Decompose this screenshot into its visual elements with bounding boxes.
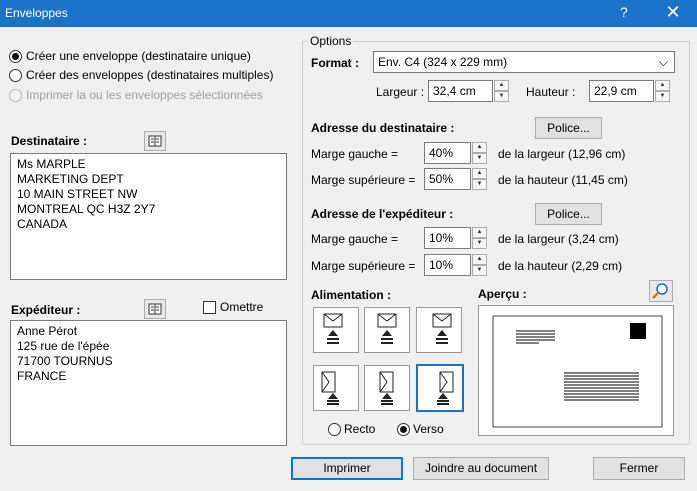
height-label: Hauteur : [526,85,576,99]
sender-left-margin-spinner[interactable]: ▲ ▼ [472,227,487,249]
sender-left-margin-note: de la largeur (3,24 cm) [498,232,619,246]
spin-up-icon[interactable]: ▲ [494,80,509,91]
magnifier-icon [652,283,668,299]
sender-top-margin-input[interactable]: 10% [424,254,471,276]
sender-address-heading: Adresse de l'expéditeur : [311,207,454,221]
format-select[interactable]: Env. C4 (324 x 229 mm) ⌵ [373,51,675,73]
recipient-top-margin-spinner[interactable]: ▲ ▼ [472,168,487,190]
print-selected-label: Imprimer la ou les enveloppes sélectionn… [26,88,263,102]
close-window-button[interactable]: ✕ [662,2,684,23]
window-title: Enveloppes [5,6,68,20]
format-value: Env. C4 (324 x 229 mm) [378,55,508,69]
envelope-preview-drawing [492,315,663,428]
stamp-icon [630,323,646,339]
radio-recto[interactable] [328,423,341,436]
height-input[interactable]: 22,9 cm [589,80,654,102]
recipient-left-margin-input[interactable]: 40% [424,142,471,164]
recipient-left-margin-label: Marge gauche = [311,147,399,161]
attach-to-document-button[interactable]: Joindre au document [413,457,549,480]
width-spinner[interactable]: ▲ ▼ [494,80,509,102]
width-label: Largeur : [376,85,425,99]
sender-left-margin-input[interactable]: 10% [424,227,471,249]
recipient-left-margin-spinner[interactable]: ▲ ▼ [472,142,487,164]
options-legend: Options [308,34,354,48]
address-book-icon [148,135,162,147]
radio-print-selected[interactable] [9,89,22,102]
spin-up-icon[interactable]: ▲ [472,142,487,153]
recipient-label: Destinataire : [11,134,88,148]
spin-down-icon[interactable]: ▼ [494,91,509,102]
sender-top-margin-spinner[interactable]: ▲ ▼ [472,254,487,276]
help-button[interactable]: ? [620,4,628,20]
feed-option-2[interactable] [364,307,410,353]
envelope-feed-vertical-left-icon [321,371,339,405]
recipient-address-field[interactable]: Ms MARPLE MARKETING DEPT 10 MAIN STREET … [10,153,287,280]
recipient-top-margin-input[interactable]: 50% [424,168,471,190]
spin-up-icon[interactable]: ▲ [472,227,487,238]
radio-single-envelope[interactable] [9,50,22,63]
single-envelope-label[interactable]: Créer une enveloppe (destinataire unique… [26,49,251,63]
spin-down-icon[interactable]: ▼ [655,91,670,102]
envelope-feed-horizontal-center-icon [377,313,397,344]
spin-down-icon[interactable]: ▼ [472,179,487,190]
spin-down-icon[interactable]: ▼ [472,265,487,276]
envelope-preview [478,305,674,436]
radio-verso[interactable] [397,423,410,436]
recipient-top-margin-label: Marge supérieure = [311,173,416,187]
verso-label[interactable]: Verso [413,422,444,436]
recipient-top-margin-note: de la hauteur (11,45 cm) [498,173,628,187]
close-button[interactable]: Fermer [593,457,685,480]
envelope-feed-horizontal-left-icon [323,313,343,344]
feed-option-4[interactable] [313,365,359,411]
feed-option-5[interactable] [364,365,410,411]
sender-label: Expéditeur : [11,303,81,317]
chevron-down-icon: ⌵ [658,55,668,69]
sender-top-margin-note: de la hauteur (2,29 cm) [498,259,623,273]
radio-multiple-envelopes[interactable] [9,69,22,82]
recipient-address-heading: Adresse du destinataire : [311,121,455,135]
omit-sender-checkbox[interactable] [203,301,216,314]
format-label: Format : [311,56,359,70]
sender-address-field[interactable]: Anne Pérot 125 rue de l'épée 71700 TOURN… [10,320,287,446]
sender-top-margin-label: Marge supérieure = [311,259,416,273]
width-input[interactable]: 32,4 cm [428,80,493,102]
sender-left-margin-label: Marge gauche = [311,232,399,246]
height-spinner[interactable]: ▲ ▼ [655,80,670,102]
spin-up-icon[interactable]: ▲ [655,80,670,91]
zoom-preview-button[interactable] [649,280,673,302]
spin-up-icon[interactable]: ▲ [472,168,487,179]
omit-sender-label[interactable]: Omettre [220,300,263,314]
feed-option-3[interactable] [416,307,462,353]
title-bar: Enveloppes ? ✕ [0,0,697,27]
feed-option-1[interactable] [313,307,359,353]
spin-up-icon[interactable]: ▲ [472,254,487,265]
recipient-font-button[interactable]: Police... [535,117,602,139]
recto-label[interactable]: Recto [344,422,375,436]
envelope-feed-vertical-center-icon [379,371,394,405]
envelope-feed-horizontal-right-icon [432,313,452,344]
recipient-left-margin-note: de la largeur (12,96 cm) [498,147,626,161]
address-book-icon [148,303,162,315]
spin-down-icon[interactable]: ▼ [472,238,487,249]
sender-font-button[interactable]: Police... [535,203,602,225]
envelope-feed-vertical-right-icon [437,371,454,405]
feed-heading: Alimentation : [311,288,391,302]
sender-address-book-button[interactable] [144,299,166,319]
preview-heading: Aperçu : [478,287,527,301]
spin-down-icon[interactable]: ▼ [472,153,487,164]
print-button[interactable]: Imprimer [291,457,403,480]
multiple-envelopes-label[interactable]: Créer des enveloppes (destinataires mult… [26,68,273,82]
feed-option-6-selected[interactable] [416,364,464,412]
recipient-address-book-button[interactable] [144,131,166,151]
